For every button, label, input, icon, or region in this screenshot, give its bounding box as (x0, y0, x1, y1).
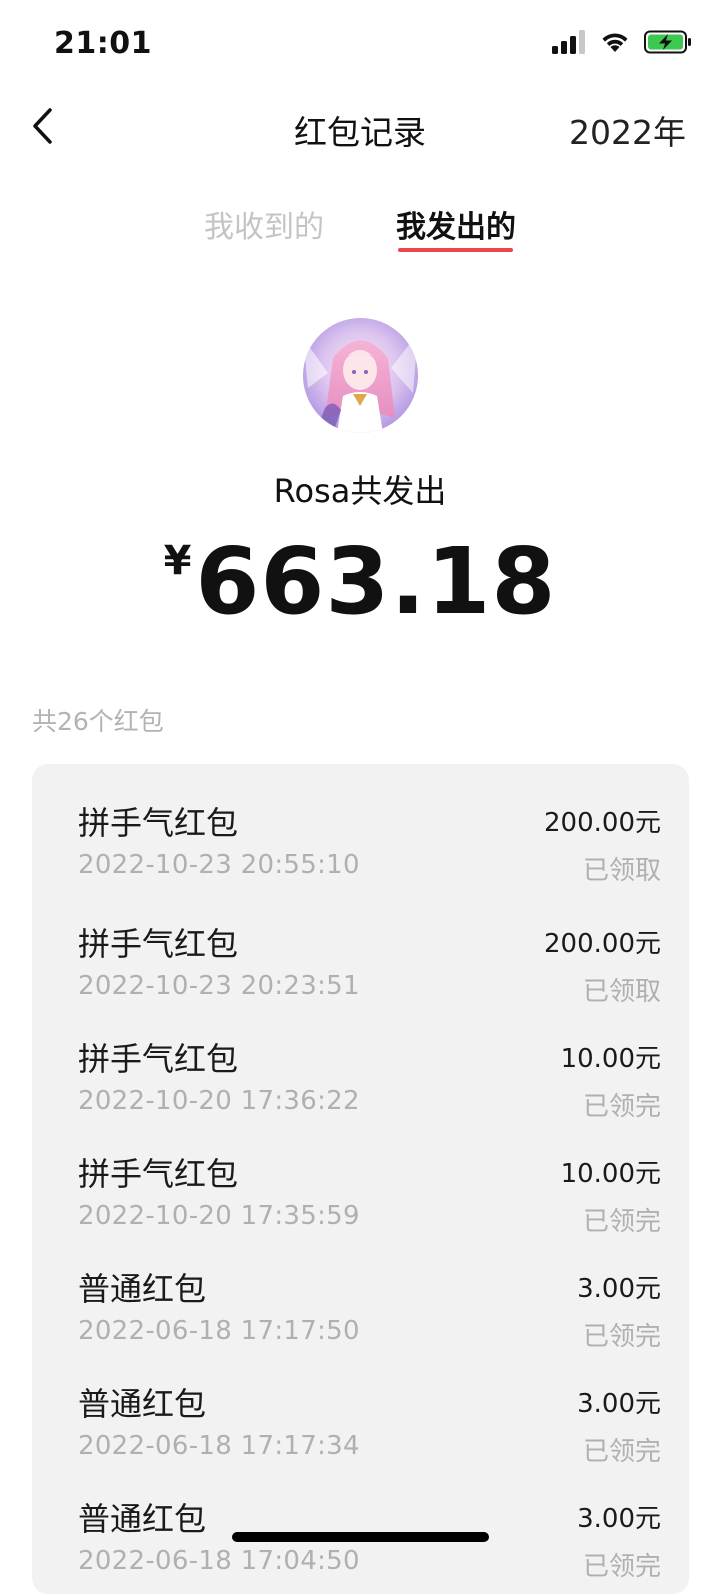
status-icons (552, 30, 692, 54)
list-item[interactable]: 普通红包 2022-06-18 17:17:50 3.00元 已领完 (32, 1264, 689, 1379)
avatar-image (303, 318, 418, 433)
record-status: 已领完 (582, 1437, 661, 1467)
list-item[interactable]: 拼手气红包 2022-10-20 17:36:22 10.00元 已领完 (32, 1034, 689, 1149)
list-item[interactable]: 拼手气红包 2022-10-23 20:55:10 200.00元 已领取 (32, 798, 689, 913)
record-amount: 3.00元 (577, 1274, 661, 1304)
record-status: 已领完 (582, 1552, 661, 1582)
tab-bar: 我收到的 我发出的 (0, 196, 720, 266)
record-status: 已领取 (582, 977, 661, 1007)
record-time: 2022-10-23 20:55:10 (78, 850, 360, 880)
sender-label: Rosa共发出 (273, 472, 447, 510)
home-indicator[interactable] (232, 1532, 489, 1542)
signal-icon (552, 30, 585, 54)
record-type: 拼手气红包 (78, 925, 239, 963)
record-count-label: 共26个红包 (32, 707, 164, 736)
total-amount-value: 663.18 (195, 528, 557, 635)
record-amount: 200.00元 (544, 808, 661, 838)
list-item[interactable]: 拼手气红包 2022-10-20 17:35:59 10.00元 已领完 (32, 1149, 689, 1264)
battery-charging-icon (644, 30, 691, 54)
wifi-icon (602, 33, 628, 52)
record-time: 2022-10-20 17:36:22 (78, 1086, 360, 1116)
list-item[interactable]: 普通红包 2022-06-18 17:17:34 3.00元 已领完 (32, 1379, 689, 1494)
record-amount: 3.00元 (577, 1389, 661, 1419)
record-time: 2022-10-23 20:23:51 (78, 971, 360, 1001)
record-amount: 3.00元 (577, 1504, 661, 1534)
record-status: 已领完 (582, 1092, 661, 1122)
record-type: 普通红包 (78, 1385, 207, 1423)
record-time: 2022-06-18 17:17:50 (78, 1316, 360, 1346)
status-bar: 21:01 (0, 0, 720, 88)
total-amount: ¥663.18 (0, 528, 720, 635)
status-time: 21:01 (54, 26, 152, 61)
record-type: 普通红包 (78, 1500, 207, 1538)
nav-bar: 红包记录 2022年 (0, 88, 720, 168)
record-amount: 10.00元 (560, 1044, 661, 1074)
active-tab-indicator (398, 248, 513, 252)
tab-sent[interactable]: 我发出的 (396, 202, 516, 246)
list-item[interactable]: 普通红包 2022-06-18 17:04:50 3.00元 已领完 (32, 1494, 689, 1594)
year-selector[interactable]: 2022年 (569, 106, 686, 154)
record-status: 已领完 (582, 1207, 661, 1237)
currency-symbol: ¥ (163, 538, 192, 584)
record-status: 已领取 (582, 856, 661, 886)
record-type: 普通红包 (78, 1270, 207, 1308)
record-amount: 10.00元 (560, 1159, 661, 1189)
records-list: 拼手气红包 2022-10-23 20:55:10 200.00元 已领取 拼手… (32, 764, 689, 1594)
avatar (303, 318, 418, 433)
record-time: 2022-06-18 17:04:50 (78, 1546, 360, 1576)
record-time: 2022-06-18 17:17:34 (78, 1431, 360, 1461)
tab-received[interactable]: 我收到的 (204, 202, 324, 246)
record-time: 2022-10-20 17:35:59 (78, 1201, 360, 1231)
record-type: 拼手气红包 (78, 804, 239, 842)
record-status: 已领完 (582, 1322, 661, 1352)
record-amount: 200.00元 (544, 929, 661, 959)
record-type: 拼手气红包 (78, 1040, 239, 1078)
record-type: 拼手气红包 (78, 1155, 239, 1193)
list-item[interactable]: 拼手气红包 2022-10-23 20:23:51 200.00元 已领取 (32, 919, 689, 1034)
